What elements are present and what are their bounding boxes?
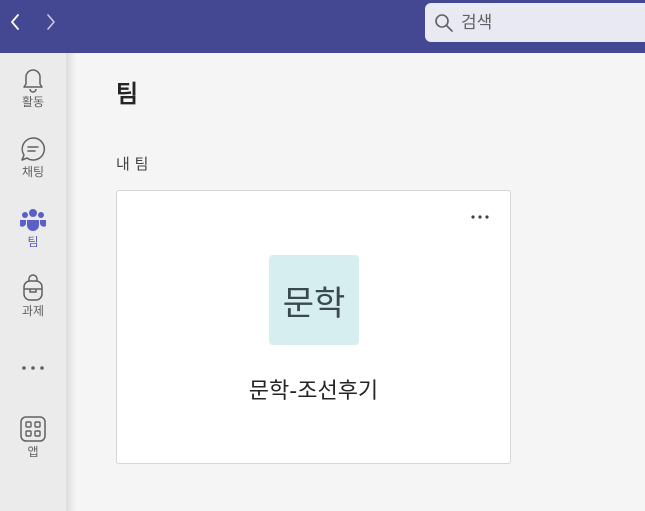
rail-item-label: 활동: [21, 95, 45, 109]
team-name: 문학-조선후기: [248, 379, 379, 404]
rail-divider: [66, 53, 76, 511]
team-avatar: 문학: [269, 255, 359, 345]
search-input[interactable]: [461, 12, 631, 33]
more-icon: [19, 354, 47, 382]
rail-item-activity[interactable]: 활동: [0, 57, 66, 117]
team-more-options-button[interactable]: [468, 207, 492, 227]
rail-item-teams[interactable]: 팀: [0, 197, 66, 257]
page-title: 팀: [116, 80, 139, 108]
rail-item-apps[interactable]: 앱: [0, 407, 66, 467]
bell-icon: [19, 65, 47, 93]
rail-item-assignments[interactable]: 과제: [0, 266, 66, 326]
team-card[interactable]: 문학 문학-조선후기: [116, 190, 511, 464]
rail-item-label: 채팅: [21, 165, 45, 179]
teams-icon: [19, 205, 47, 233]
search-icon: [433, 12, 455, 34]
more-icon: [471, 215, 489, 219]
chevron-left-icon: [11, 14, 19, 30]
rail-more-button[interactable]: [0, 352, 66, 382]
forward-button[interactable]: [40, 10, 62, 34]
chevron-right-icon: [47, 14, 55, 30]
search-box[interactable]: [425, 3, 645, 42]
back-button[interactable]: [4, 10, 26, 34]
chat-icon: [19, 135, 47, 163]
rail-item-label: 앱: [27, 445, 39, 459]
apps-icon: [19, 415, 47, 443]
rail-item-label: 과제: [21, 304, 45, 318]
rail-item-label: 팀: [27, 235, 39, 249]
backpack-icon: [19, 274, 47, 302]
top-bar: [0, 0, 645, 53]
rail-item-chat[interactable]: 채팅: [0, 127, 66, 187]
section-label-my-teams: 내 팀: [116, 155, 149, 173]
